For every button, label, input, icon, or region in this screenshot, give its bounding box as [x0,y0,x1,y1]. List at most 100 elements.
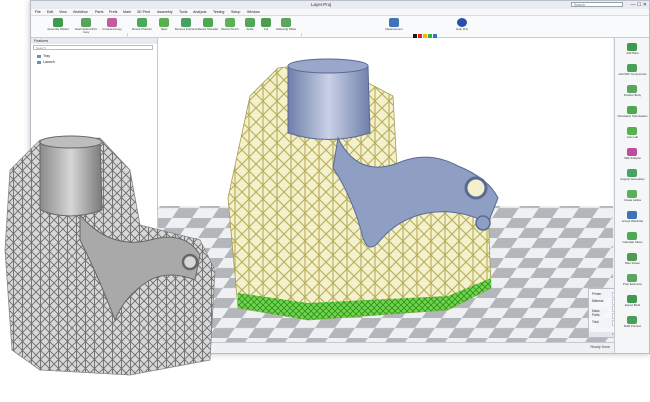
preview-icon [627,316,637,324]
tree-item-launch[interactable]: Launch [37,60,55,65]
item-label: Add SDF Components [618,72,647,76]
window-title: Layer.Proj [311,2,332,7]
orientation-button[interactable]: Orientation Optimisation [615,105,649,123]
resize-shoulder-button[interactable]: Resize Shoulder [197,18,219,35]
auto-lab-button[interactable]: Auto Lab [615,126,649,144]
calculate-slices-button[interactable]: Calculate Slices [615,231,649,249]
status-text: Ready Done [590,345,610,349]
chamfer-icon [137,18,147,27]
unnamed-copy-button[interactable]: Unnamed Copy [101,18,123,35]
item-label: Orientation Optimisation [617,114,648,118]
info-key: Material [592,299,604,303]
tree-label: Tray [43,54,51,58]
button-label: Neat Nested SCC Copy [74,27,98,34]
info-key: Mass [592,308,600,313]
menu-workflow[interactable]: Workflow [73,9,88,15]
item-label: Calculate Slices [622,240,643,244]
part-cylinder [287,65,371,140]
menu-bar: File Edit View Workflow Parts Prefs Mark… [31,9,649,16]
item-label: Accept Wardrobe [621,219,644,223]
extend-icon [181,18,191,27]
item-label: Support Generation [620,177,645,181]
add-parts-button[interactable]: Add Parts [615,42,649,60]
item-label: SDF Analysis [624,156,641,160]
window-controls[interactable]: — ☐ ✕ [631,1,647,9]
menu-testing[interactable]: Testing [213,9,224,15]
cut-button[interactable]: Cut [255,18,277,35]
menu-mark[interactable]: Mark [123,9,131,15]
build-preview-button[interactable]: Build Preview [615,315,649,333]
printed-part-photo [4,135,216,376]
ribbon-toolbar: Assembly Wizard Neat Nested SCC Copy Unn… [31,16,649,50]
add-icon [627,43,637,51]
export-build-button[interactable]: Export Build [615,294,649,312]
title-search-input[interactable]: Search [571,2,623,7]
features-search-input[interactable]: Search [33,45,153,50]
sdf-analysis-button[interactable]: SDF Analysis [615,147,649,165]
lattice-icon [627,190,637,198]
hollow-icon [281,18,291,27]
menu-parts[interactable]: Parts [95,9,103,15]
menu-assembly[interactable]: Assembly [157,9,173,15]
panel-title: Features [31,38,157,44]
item-label: Build Preview [624,324,641,328]
button-label: Unnamed Copy [102,27,122,31]
item-label: Create Lattice [623,198,642,202]
lab-icon [627,127,637,135]
sdf-icon [627,64,637,72]
slice-viewer-button[interactable]: Slice Viewer [615,252,649,270]
menu-view[interactable]: View [59,9,67,15]
menu-setup[interactable]: Setup [231,9,240,15]
menu-edit[interactable]: Edit [47,9,53,15]
button-label: Hollowing Offset [275,27,297,31]
info-key: Printer [592,292,602,296]
ruler-icon [389,18,399,27]
hollowing-offset-button[interactable]: Hollowing Offset [275,18,297,35]
assembly-icon [53,18,63,27]
resize-icon [203,18,213,27]
accept-icon [627,211,637,219]
nested-copy-button[interactable]: Neat Nested SCC Copy [75,18,97,35]
tree-item-tray[interactable]: Tray [37,54,50,59]
scale-icon [245,18,255,27]
item-label: Auto Lab [626,135,639,139]
slice-icon [627,232,637,240]
tray-icon [37,54,41,58]
position-body-button[interactable]: Position Body [615,84,649,102]
button-label: Help (F1) [456,27,468,31]
tree-label: Launch [43,60,55,64]
item-label: Slice Viewer [624,261,641,265]
button-label: Measurement [385,27,403,31]
cut-icon [261,18,271,27]
round-chamfer-button[interactable]: Round Chamfer [131,18,153,35]
accept-button[interactable]: Accept Wardrobe [615,210,649,228]
orientation-icon [627,106,637,114]
add-sdf-button[interactable]: Add SDF Components [615,63,649,81]
support-generation-button[interactable]: Support Generation [615,168,649,186]
item-label: Export Build [624,303,641,307]
copy-icon [81,18,91,27]
support-icon [627,169,637,177]
remove-extend-button[interactable]: Remove & Extend [175,18,197,35]
create-lattice-button[interactable]: Create Lattice [615,189,649,207]
part-icon [37,60,41,64]
menu-tools[interactable]: Tools [179,9,187,15]
viewer-icon [627,253,637,261]
menu-analysis[interactable]: Analysis [193,9,206,15]
menu-3dprint[interactable]: 3D Print [137,9,150,15]
resize-punch-button[interactable]: Resize Punch [219,18,241,35]
position-icon [627,85,637,93]
info-key: Total [592,320,599,324]
help-button[interactable]: Help (F1) [451,18,473,35]
taper-button[interactable]: Taper [153,18,175,35]
menu-window[interactable]: Window [247,9,260,15]
export-icon [627,295,637,303]
measurement-button[interactable]: Measurement [383,18,405,35]
analysis-icon [627,148,637,156]
assembly-wizard-button[interactable]: Assembly Wizard [47,18,69,35]
menu-prefs[interactable]: Prefs [109,9,117,15]
item-label: Prep Extension [623,282,642,286]
menu-file[interactable]: File [35,9,41,15]
prep-extension-button[interactable]: Prep Extension [615,273,649,291]
item-label: Position Body [623,93,642,97]
